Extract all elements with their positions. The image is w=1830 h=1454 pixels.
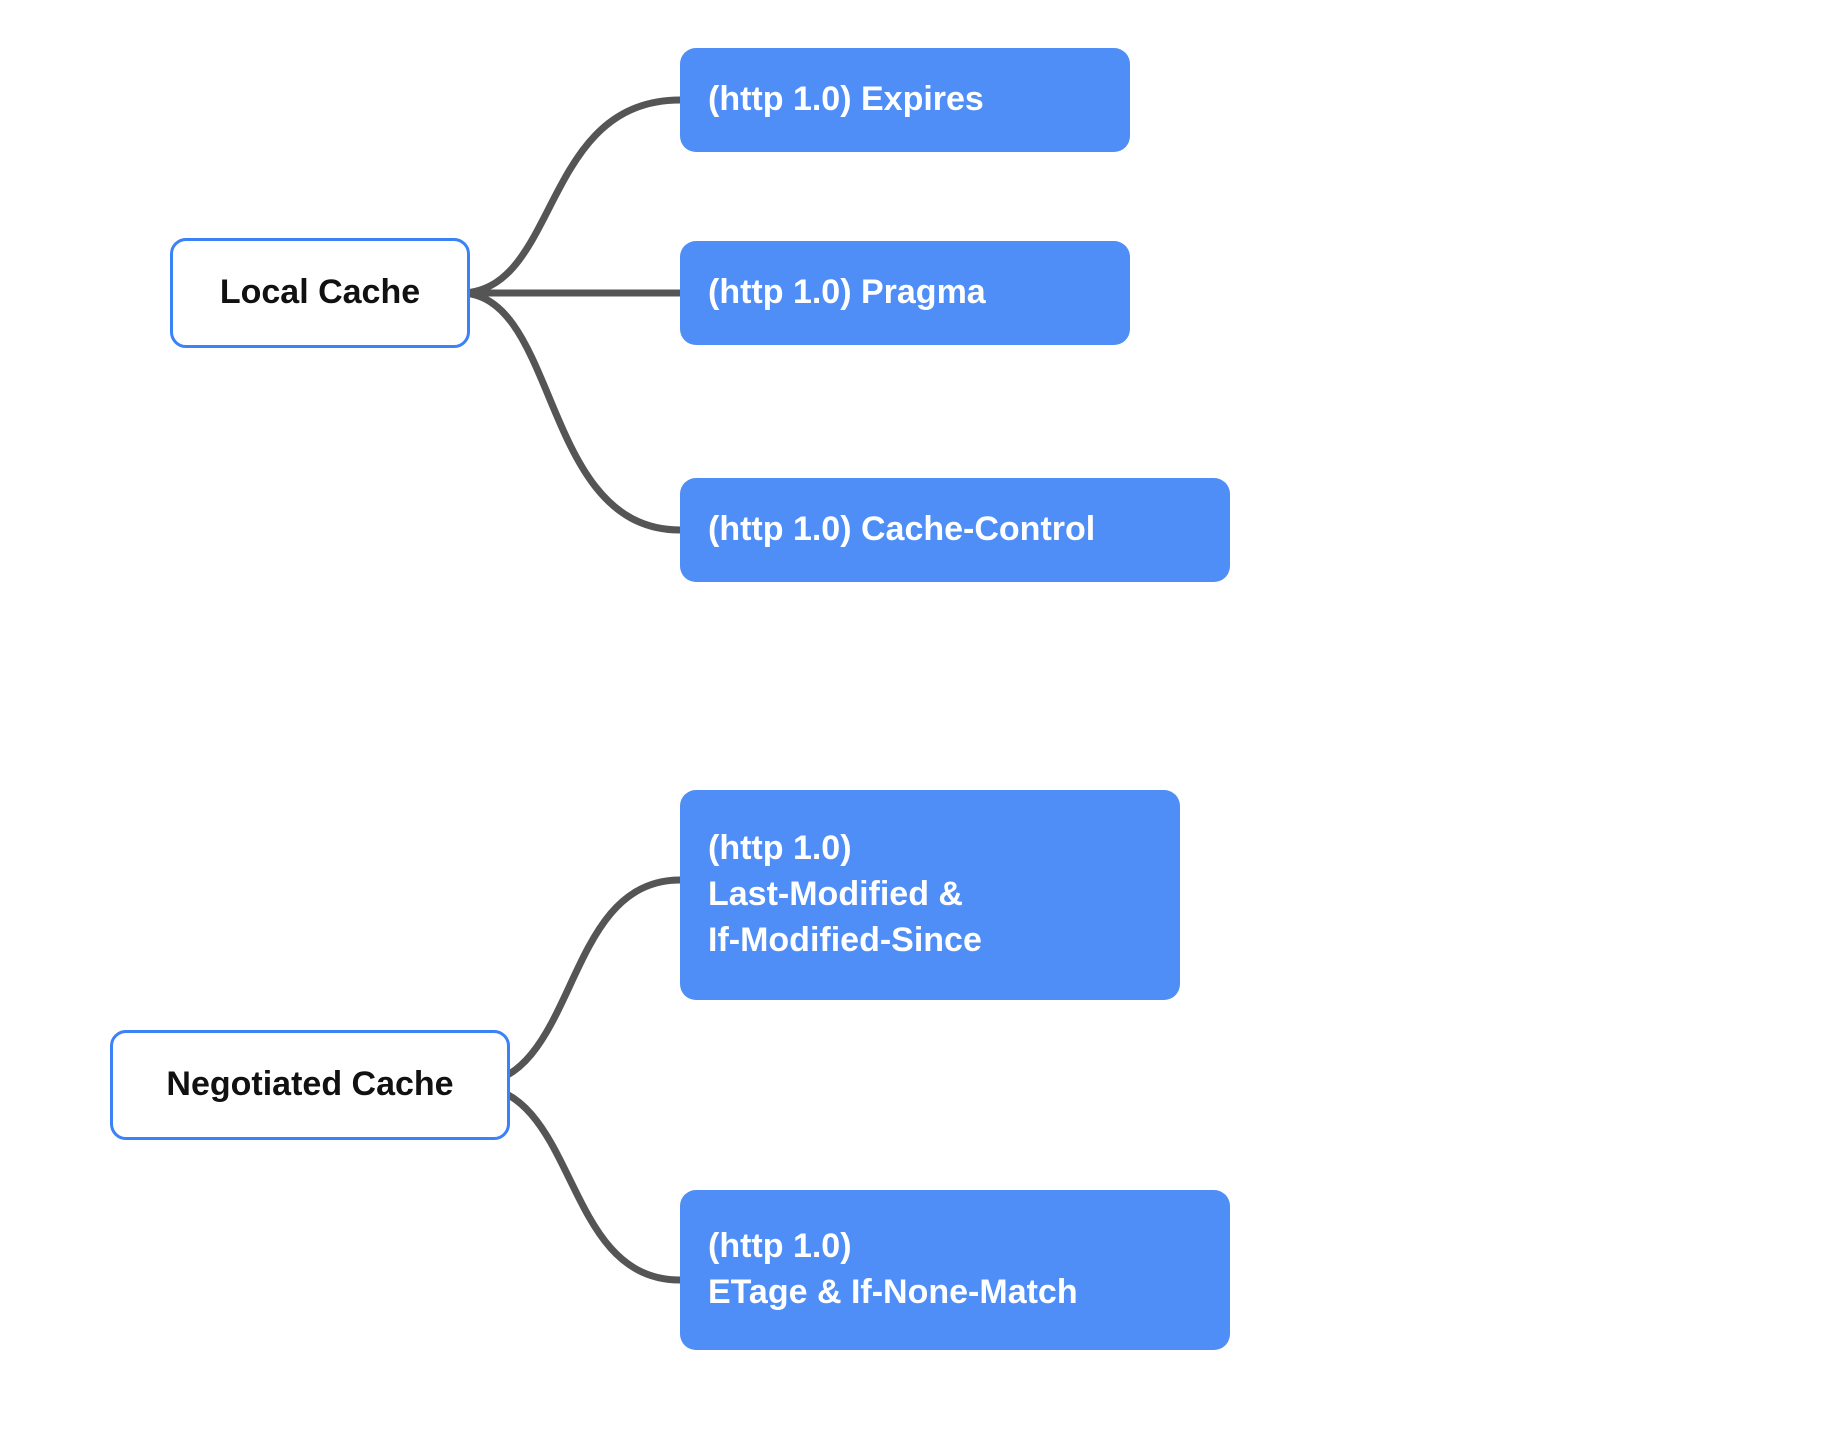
child-label: (http 1.0) Last-Modified & If-Modified-S…: [708, 826, 982, 964]
root-node-local-cache: Local Cache: [170, 238, 470, 348]
child-label: (http 1.0) Pragma: [708, 270, 986, 316]
root-node-negotiated-cache: Negotiated Cache: [110, 1030, 510, 1140]
diagram-canvas: Local Cache (http 1.0) Expires (http 1.0…: [0, 0, 1830, 1454]
child-node-last-modified: (http 1.0) Last-Modified & If-Modified-S…: [680, 790, 1180, 1000]
child-node-pragma: (http 1.0) Pragma: [680, 241, 1130, 345]
root-label: Negotiated Cache: [166, 1062, 453, 1108]
root-label: Local Cache: [220, 270, 420, 316]
child-label: (http 1.0) Expires: [708, 77, 984, 123]
child-label: (http 1.0) Cache-Control: [708, 507, 1095, 553]
child-label: (http 1.0) ETage & If-None-Match: [708, 1224, 1078, 1316]
child-node-cache-control: (http 1.0) Cache-Control: [680, 478, 1230, 582]
child-node-expires: (http 1.0) Expires: [680, 48, 1130, 152]
child-node-etag: (http 1.0) ETage & If-None-Match: [680, 1190, 1230, 1350]
